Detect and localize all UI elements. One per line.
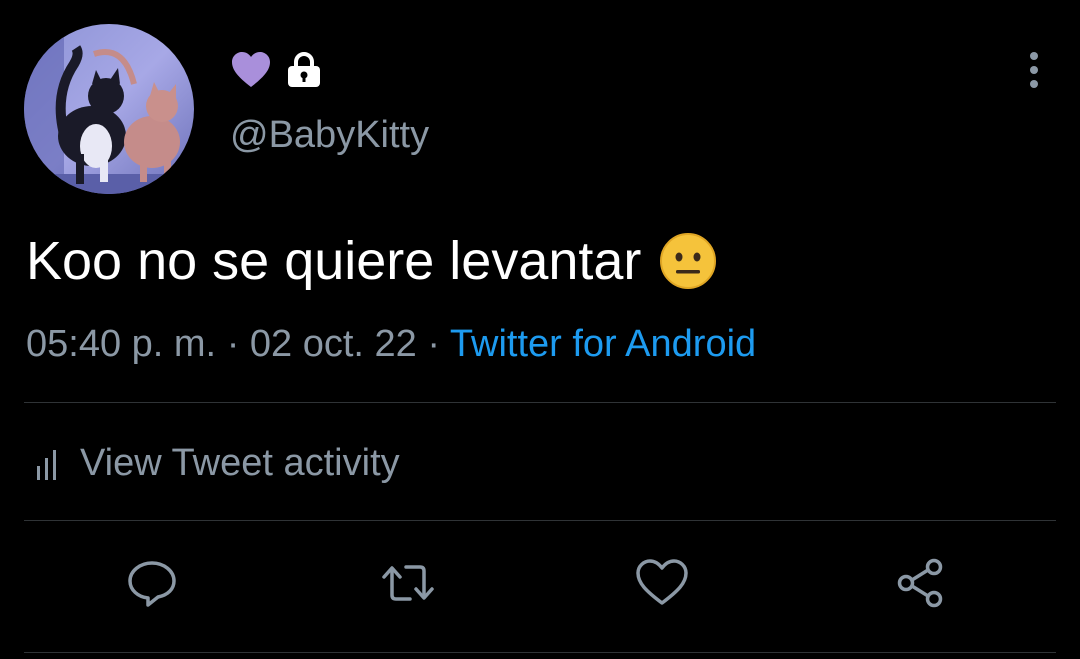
- retweet-button[interactable]: [380, 555, 436, 611]
- tweet-source-link[interactable]: Twitter for Android: [450, 323, 756, 365]
- reply-button[interactable]: [124, 555, 180, 611]
- bar-chart-icon: [37, 450, 56, 480]
- view-tweet-activity-button[interactable]: View Tweet activity: [36, 438, 400, 488]
- more-vertical-icon: [1030, 52, 1038, 88]
- neutral-face-icon: [660, 233, 717, 289]
- purple-heart-icon: [232, 52, 270, 87]
- meta-separator: ·: [226, 323, 240, 365]
- tweet-text-content: Koo no se quiere levantar: [26, 231, 642, 291]
- tweet-date: 02 oct. 22: [249, 323, 417, 365]
- avatar-image: [24, 24, 194, 194]
- divider: [24, 652, 1056, 653]
- share-button[interactable]: [894, 555, 950, 611]
- display-name-row[interactable]: [230, 50, 322, 90]
- avatar[interactable]: [24, 24, 194, 194]
- retweet-icon: [382, 565, 434, 601]
- divider: [24, 520, 1056, 521]
- view-tweet-activity-label: View Tweet activity: [80, 441, 400, 484]
- like-button[interactable]: [634, 555, 690, 611]
- reply-icon: [128, 561, 176, 607]
- user-handle[interactable]: @BabyKitty: [230, 112, 429, 158]
- share-icon: [897, 558, 943, 608]
- tweet-metadata: 05:40 p. m. · 02 oct. 22 · Twitter for A…: [26, 320, 756, 368]
- more-options-button[interactable]: [1014, 50, 1054, 90]
- divider: [24, 402, 1056, 403]
- tweet-time: 05:40 p. m.: [26, 323, 217, 365]
- meta-separator: ·: [427, 323, 441, 365]
- tweet-text: Koo no se quiere levantar: [26, 225, 717, 297]
- heart-icon: [636, 559, 688, 605]
- tweet-actions-bar: [0, 555, 1080, 611]
- lock-icon: [288, 52, 320, 87]
